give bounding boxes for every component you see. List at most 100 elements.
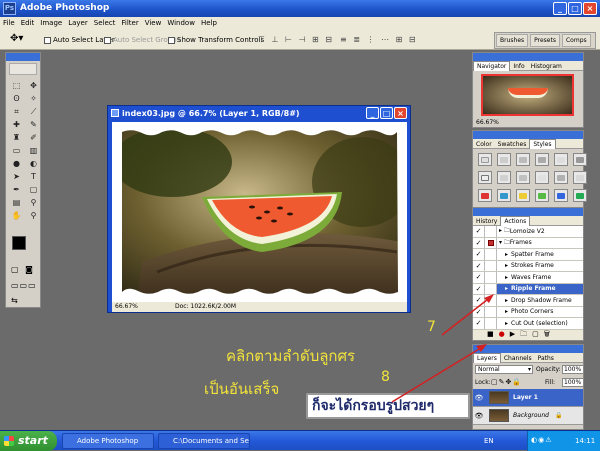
- navigator-zoom[interactable]: 66.67%: [473, 119, 583, 126]
- checkbox[interactable]: [104, 36, 111, 44]
- document-title-bar[interactable]: index03.jpg @ 66.7% (Layer 1, RGB/8#) _ …: [108, 106, 410, 121]
- notes-tool-icon[interactable]: ▤: [9, 197, 24, 208]
- brush-tool-icon[interactable]: ✎: [26, 119, 41, 130]
- style-swatch[interactable]: [535, 153, 549, 166]
- hand-tool-icon[interactable]: ✋: [9, 210, 24, 221]
- path-selection-icon[interactable]: ➤: [9, 171, 24, 182]
- opacity-input[interactable]: 100%: [562, 365, 584, 374]
- style-swatch[interactable]: [554, 171, 568, 184]
- play-icon[interactable]: ▶: [510, 330, 520, 338]
- style-swatch[interactable]: [478, 153, 492, 166]
- style-swatch[interactable]: [497, 171, 511, 184]
- dialog-toggle[interactable]: [485, 226, 497, 237]
- imageready-icon[interactable]: ⇆: [11, 296, 18, 305]
- zoom-readout[interactable]: 66.67%: [112, 303, 138, 310]
- menu-edit[interactable]: Edit: [18, 17, 38, 29]
- dodge-tool-icon[interactable]: ◐: [26, 158, 41, 169]
- dialog-toggle[interactable]: [485, 237, 497, 248]
- eraser-tool-icon[interactable]: ▭: [9, 145, 24, 156]
- tab-info[interactable]: Info: [510, 62, 527, 71]
- move-tool-icon[interactable]: ✥: [26, 80, 41, 91]
- style-swatch[interactable]: [478, 171, 492, 184]
- style-swatch[interactable]: [497, 153, 511, 166]
- shape-tool-icon[interactable]: ▢: [26, 184, 41, 195]
- stamp-tool-icon[interactable]: ♜: [9, 132, 24, 143]
- menu-image[interactable]: Image: [37, 17, 65, 29]
- doc-minimize-button[interactable]: _: [366, 107, 379, 119]
- style-swatch[interactable]: [573, 189, 587, 202]
- panel-header[interactable]: [473, 208, 583, 216]
- check-icon[interactable]: ✓: [473, 249, 485, 260]
- menu-layer[interactable]: Layer: [65, 17, 91, 29]
- expand-icon[interactable]: ▸: [497, 262, 508, 269]
- blur-tool-icon[interactable]: ●: [9, 158, 24, 169]
- style-swatch[interactable]: [478, 189, 492, 202]
- check-icon[interactable]: ✓: [473, 226, 485, 237]
- tab-history[interactable]: History: [473, 217, 500, 226]
- tab-styles[interactable]: Styles: [529, 139, 556, 149]
- doc-close-button[interactable]: ×: [394, 107, 407, 119]
- pen-tool-icon[interactable]: ✒: [9, 184, 24, 195]
- menu-select[interactable]: Select: [91, 17, 119, 29]
- align-icons[interactable]: ⊤ ⊥ ⊢ ⊣ ⊞ ⊟: [258, 35, 334, 44]
- foreground-color-swatch[interactable]: [12, 236, 26, 250]
- magic-wand-tool-icon[interactable]: ✧: [26, 93, 41, 104]
- move-tool-icon[interactable]: ✥▾: [10, 33, 23, 44]
- style-swatch[interactable]: [554, 189, 568, 202]
- tab-navigator[interactable]: Navigator: [473, 61, 511, 71]
- expand-icon[interactable]: ▸: [497, 251, 508, 258]
- style-swatch[interactable]: [535, 189, 549, 202]
- style-swatch[interactable]: [554, 153, 568, 166]
- taskbar-explorer[interactable]: C:\Documents and Se...: [158, 433, 250, 449]
- close-button[interactable]: ×: [583, 2, 597, 15]
- dialog-toggle[interactable]: [485, 249, 497, 260]
- screen-mode-icons[interactable]: ▭▭▭: [11, 281, 37, 290]
- tab-histogram[interactable]: Histogram: [528, 62, 565, 71]
- adobe-feather-icon[interactable]: [9, 63, 37, 75]
- style-swatch[interactable]: [535, 171, 549, 184]
- show-transform-option[interactable]: Show Transform Controls: [168, 36, 264, 44]
- canvas-image[interactable]: [112, 122, 407, 302]
- style-swatch[interactable]: [516, 189, 530, 202]
- menu-filter[interactable]: Filter: [118, 17, 141, 29]
- dock-tab-comps[interactable]: Comps: [561, 34, 591, 47]
- tab-color[interactable]: Color: [473, 140, 495, 149]
- healing-brush-icon[interactable]: ✚: [9, 119, 24, 130]
- doc-size-readout[interactable]: Doc: 1022.6K/2.00M: [175, 302, 236, 312]
- record-icon[interactable]: ●: [499, 330, 510, 338]
- tab-paths[interactable]: Paths: [535, 354, 557, 363]
- minimize-button[interactable]: _: [553, 2, 567, 15]
- check-icon[interactable]: ✓: [473, 237, 485, 248]
- menu-window[interactable]: Window: [164, 17, 198, 29]
- new-set-icon[interactable]: 🗀: [520, 330, 532, 338]
- tray-icons[interactable]: ◐◉⚠: [531, 436, 553, 444]
- tab-swatches[interactable]: Swatches: [495, 140, 530, 149]
- gradient-tool-icon[interactable]: ▥: [26, 145, 41, 156]
- crop-tool-icon[interactable]: ⌗: [9, 106, 24, 117]
- expand-icon[interactable]: ▸ 🗀: [497, 226, 510, 236]
- action-row-spatter[interactable]: ✓ ▸ Spatter Frame: [473, 249, 583, 261]
- dialog-toggle[interactable]: [485, 260, 497, 271]
- checkbox[interactable]: [44, 36, 51, 44]
- checkbox[interactable]: [168, 36, 175, 44]
- tab-channels[interactable]: Channels: [501, 354, 535, 363]
- action-row-strokes[interactable]: ✓ ▸ Strokes Frame: [473, 260, 583, 272]
- dock-tab-presets[interactable]: Presets: [530, 34, 560, 47]
- trash-icon[interactable]: 🗑: [544, 330, 555, 338]
- expand-icon[interactable]: ▾ 🗀: [497, 238, 510, 248]
- new-action-icon[interactable]: ▢: [532, 330, 544, 338]
- navigator-thumbnail[interactable]: [481, 74, 574, 116]
- language-indicator[interactable]: EN: [484, 437, 494, 445]
- panel-header[interactable]: [473, 131, 583, 139]
- taskbar-photoshop[interactable]: Adobe Photoshop: [62, 433, 154, 449]
- start-button[interactable]: start: [0, 431, 57, 451]
- style-swatch[interactable]: [573, 171, 587, 184]
- zoom-tool-icon[interactable]: ⚲: [26, 210, 41, 221]
- menu-file[interactable]: File: [0, 17, 18, 29]
- menu-view[interactable]: View: [142, 17, 165, 29]
- panel-header[interactable]: [473, 53, 583, 61]
- style-swatch[interactable]: [516, 171, 530, 184]
- slice-tool-icon[interactable]: ⟋: [26, 106, 41, 117]
- quick-mask-icons[interactable]: ▢ ◙: [11, 265, 35, 274]
- fill-input[interactable]: 100%: [562, 378, 584, 387]
